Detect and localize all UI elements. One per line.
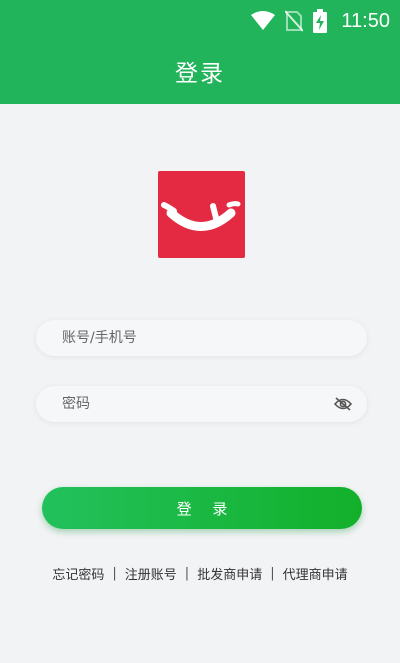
no-sim-icon bbox=[285, 10, 304, 32]
smile-logo bbox=[161, 201, 241, 231]
login-button[interactable]: 登 录 bbox=[42, 487, 362, 529]
register-link[interactable]: 注册账号 bbox=[125, 564, 177, 583]
account-input[interactable] bbox=[62, 330, 353, 346]
agent-apply-link[interactable]: 代理商申请 bbox=[283, 564, 348, 583]
wholesaler-apply-link[interactable]: 批发商申请 bbox=[197, 564, 262, 583]
password-field[interactable] bbox=[36, 386, 367, 422]
link-separator: | bbox=[270, 566, 275, 581]
forgot-password-link[interactable]: 忘记密码 bbox=[52, 564, 104, 583]
footer-links: 忘记密码 | 注册账号 | 批发商申请 | 代理商申请 bbox=[0, 564, 400, 583]
link-separator: | bbox=[112, 566, 117, 581]
link-separator: | bbox=[184, 566, 190, 581]
password-input[interactable] bbox=[62, 396, 333, 412]
wifi-icon bbox=[251, 11, 276, 31]
status-bar: 11:50 bbox=[251, 8, 390, 34]
battery-charging-icon bbox=[313, 9, 328, 33]
status-time: 11:50 bbox=[341, 9, 390, 32]
account-field[interactable] bbox=[36, 320, 367, 356]
app-header: 11:50 登录 bbox=[0, 0, 400, 104]
eye-hidden-icon[interactable] bbox=[333, 394, 353, 414]
app-logo bbox=[158, 171, 245, 258]
page-title: 登录 bbox=[175, 61, 225, 87]
